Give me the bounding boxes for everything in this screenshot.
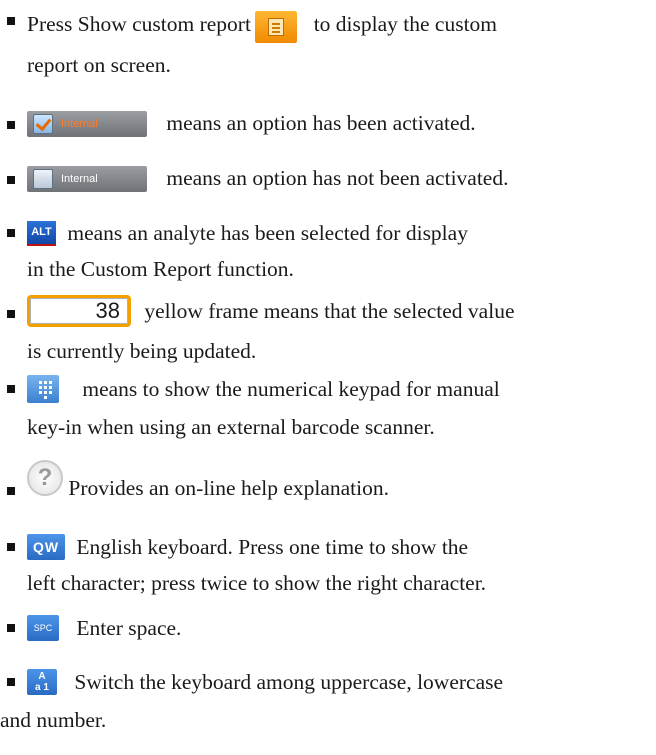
bullet [7,678,15,686]
item-text: English keyboard. Press one time to show… [76,535,469,559]
item-text-continued: and number. [0,708,107,732]
item-text: Switch the keyboard among uppercase, low… [74,670,504,694]
bullet [7,17,15,25]
item-text-continued: in the Custom Report function. [27,257,294,281]
bullet [7,487,15,495]
item-text: means an option has been activated. [166,111,476,135]
bullet [7,176,15,184]
list-item: ? Provides an on-line help explanation. [0,460,648,505]
item-text-continued: left character; press twice to show the … [27,571,487,595]
item-text: Provides an on-line help explanation. [68,476,390,500]
alt-badge-icon: ALT [27,220,56,246]
value-field-icon: 38 [27,295,131,328]
help-document: Press Show custom report to display the … [0,0,656,755]
item-text: Enter space. [76,616,182,640]
keypad-icon [27,375,59,404]
list-item: 38 yellow frame means that the selected … [0,295,648,366]
bullet [7,310,15,318]
list-item: Internal means an option has been activa… [0,108,648,140]
list-item: Press Show custom report to display the … [0,6,648,80]
item-text-continued: report on screen. [27,53,171,77]
bullet [7,121,15,129]
item-text: means to show the numerical keypad for m… [82,377,500,401]
item-text: means an analyte has been selected for d… [67,221,468,245]
checkbox-unchecked-icon: Internal [27,165,147,192]
case-key-icon: Aa 1 [27,669,57,696]
report-icon [254,11,297,44]
list-item: QW English keyboard. Press one time to s… [0,532,648,598]
item-text-continued: is currently being updated. [27,339,257,363]
list-item: ALT means an analyte has been selected f… [0,218,648,284]
list-item: SPC Enter space. [0,613,648,643]
item-text: means an option has not been activated. [166,166,509,190]
item-text: Press Show custom report [27,12,251,36]
help-icon: ? [27,460,63,497]
bullet [7,229,15,237]
item-text-continued: key-in when using an external barcode sc… [27,415,435,439]
item-text: yellow frame means that the selected val… [144,299,515,323]
list-item: Internal means an option has not been ac… [0,163,648,195]
checkbox-checked-icon: Internal [27,110,147,137]
bullet [7,543,15,551]
bullet [7,385,15,393]
item-text: to display the custom [313,12,498,36]
spc-key-icon: SPC [27,615,59,642]
bullet [7,624,15,632]
qw-key-icon: QW [27,534,65,561]
list-item: Aa 1 Switch the keyboard among uppercase… [0,667,648,735]
list-item: means to show the numerical keypad for m… [0,374,648,442]
